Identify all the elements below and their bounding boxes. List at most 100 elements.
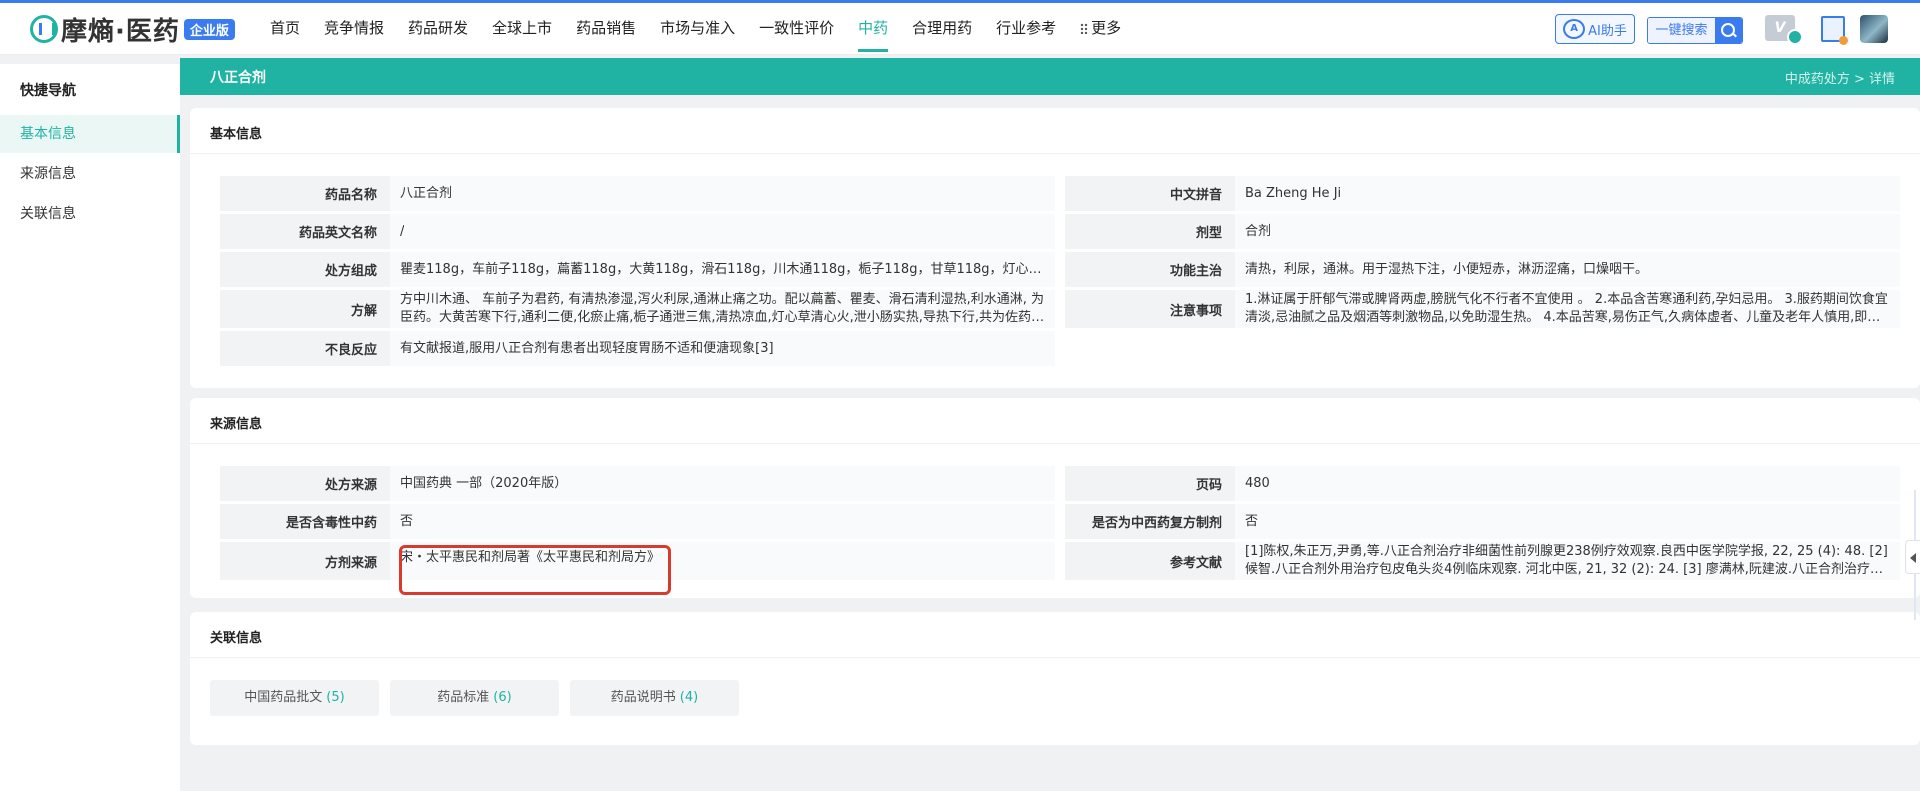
related-button-count: (6) xyxy=(493,690,512,705)
page-number-value: 480 xyxy=(1245,475,1270,491)
nav-item-home[interactable]: 首页 xyxy=(258,3,312,55)
sidebar-item-source-info[interactable]: 来源信息 xyxy=(0,155,180,193)
breadcrumb[interactable]: 中成药处方 > 详情 xyxy=(1785,68,1895,87)
related-button-label: 药品标准 xyxy=(437,690,490,705)
composition-value: 瞿麦118g，车前子118g，萹蓄118g，大黄118g，滑石118g，川木通1… xyxy=(400,261,1045,277)
field-label: 药品名称 xyxy=(220,176,390,211)
field-value: 否 xyxy=(1235,504,1900,539)
collapse-panel-toggle[interactable] xyxy=(1905,540,1920,574)
quick-search-button[interactable]: 一键搜索 xyxy=(1647,17,1743,44)
field-value: 480 xyxy=(1235,466,1900,501)
grid-dots-icon xyxy=(1080,23,1089,34)
nav-item-rnd[interactable]: 药品研发 xyxy=(396,3,480,55)
related-button-count: (4) xyxy=(679,690,699,705)
field-label: 不良反应 xyxy=(220,331,390,366)
info-row: 药品名称 八正合剂 中文拼音 Ba Zheng He Ji xyxy=(220,176,1900,211)
page-title: 八正合剂 xyxy=(210,70,266,86)
field-label: 参考文献 xyxy=(1065,542,1235,580)
highlight-annotation-box xyxy=(399,545,671,595)
info-cell: 不良反应 有文献报道,服用八正合剂有患者出现轻度胃肠不适和便溏现象[3] xyxy=(220,331,1055,366)
info-cell: 功能主治 清热，利尿，通淋。用于湿热下注，小便短赤，淋沥涩痛，口燥咽干。 xyxy=(1065,252,1900,287)
vip-icon[interactable]: V xyxy=(1765,13,1803,45)
logo-text: 摩熵·医药 xyxy=(61,16,180,47)
field-label: 中文拼音 xyxy=(1065,176,1235,211)
page-title-bar: 八正合剂 中成药处方 > 详情 xyxy=(180,58,1920,95)
field-label: 方剂来源 xyxy=(220,542,390,580)
ai-icon: A xyxy=(1563,19,1586,39)
nav-item-rational-use[interactable]: 合理用药 xyxy=(900,3,984,55)
prescription-source-value: 中国药典 一部（2020年版） xyxy=(400,475,568,491)
field-value: 有文献报道,服用八正合剂有患者出现轻度胃肠不适和便溏现象[3] xyxy=(390,331,1055,366)
info-cell: 剂型 合剂 xyxy=(1065,214,1900,249)
related-standards-button[interactable]: 药品标准 (6) xyxy=(390,680,559,716)
related-button-count: (5) xyxy=(326,690,345,705)
field-value: / xyxy=(390,214,1055,249)
compound-preparation-value: 否 xyxy=(1245,513,1259,529)
nav-item-global[interactable]: 全球上市 xyxy=(480,3,564,55)
field-label: 是否含毒性中药 xyxy=(220,504,390,539)
info-cell: 药品英文名称 / xyxy=(220,214,1055,249)
adverse-reactions-value: 有文献报道,服用八正合剂有患者出现轻度胃肠不适和便溏现象[3] xyxy=(400,340,774,356)
nav-item-market[interactable]: 市场与准入 xyxy=(648,3,747,55)
info-cell: 中文拼音 Ba Zheng He Ji xyxy=(1065,176,1900,211)
quick-nav-sidebar: 快捷导航 基本信息 来源信息 关联信息 xyxy=(0,64,180,791)
brand-logo[interactable]: 摩熵·医药 企业版 xyxy=(30,12,235,47)
field-value: 否 xyxy=(390,504,1055,539)
divider xyxy=(190,153,1920,154)
field-label: 注意事项 xyxy=(1065,290,1235,328)
field-value: 八正合剂 xyxy=(390,176,1055,211)
field-value: 清热，利尿，通淋。用于湿热下注，小便短赤，淋沥涩痛，口燥咽干。 xyxy=(1235,252,1900,287)
nav-item-competition[interactable]: 竞争情报 xyxy=(312,3,396,55)
info-row: 药品英文名称 / 剂型 合剂 xyxy=(220,214,1900,249)
logo-icon xyxy=(30,15,58,43)
field-label: 药品英文名称 xyxy=(220,214,390,249)
toxic-herb-value: 否 xyxy=(400,513,414,529)
field-value: 1.淋证属于肝郁气滞或脾肾两虚,膀胱气化不行者不宜使用 。 2.本品含苦寒通利药… xyxy=(1235,290,1900,328)
field-label: 方解 xyxy=(220,290,390,328)
nav-item-consistency[interactable]: 一致性评价 xyxy=(747,3,846,55)
related-info-title: 关联信息 xyxy=(210,631,263,646)
nav-more-label: 更多 xyxy=(1091,19,1122,37)
nav-item-sales[interactable]: 药品销售 xyxy=(564,3,648,55)
main-nav: 首页 竞争情报 药品研发 全球上市 药品销售 市场与准入 一致性评价 中药 合理… xyxy=(258,3,1133,55)
info-cell: 处方组成 瞿麦118g，车前子118g，萹蓄118g，大黄118g，滑石118g… xyxy=(220,252,1055,287)
info-cell: 是否为中西药复方制剂 否 xyxy=(1065,504,1900,539)
sidebar-item-related-info[interactable]: 关联信息 xyxy=(0,195,180,233)
info-cell: 参考文献 [1]陈权,朱正万,尹勇,等.八正合剂治疗非细菌性前列腺更238例疗效… xyxy=(1065,542,1900,580)
related-instructions-button[interactable]: 药品说明书 (4) xyxy=(570,680,739,716)
info-cell: 是否含毒性中药 否 xyxy=(220,504,1055,539)
field-label: 是否为中西药复方制剂 xyxy=(1065,504,1235,539)
formula-analysis-value: 方中川木通、 车前子为君药, 有清热渗湿,泻火利尿,通淋止痛之功。配以萹蓄、瞿麦… xyxy=(400,292,1045,325)
nav-item-tcm[interactable]: 中药 xyxy=(846,3,900,55)
pinyin-value: Ba Zheng He Ji xyxy=(1245,185,1342,201)
top-header: 摩熵·医药 企业版 首页 竞争情报 药品研发 全球上市 药品销售 市场与准入 一… xyxy=(0,3,1920,55)
info-row: 是否含毒性中药 否 是否为中西药复方制剂 否 xyxy=(220,504,1900,539)
dosage-form-value: 合剂 xyxy=(1245,223,1272,239)
field-value: 合剂 xyxy=(1235,214,1900,249)
handbook-icon[interactable] xyxy=(1821,16,1848,45)
field-label: 处方来源 xyxy=(220,466,390,501)
english-name-value: / xyxy=(400,223,405,239)
related-button-label: 中国药品批文 xyxy=(244,690,323,705)
info-cell: 药品名称 八正合剂 xyxy=(220,176,1055,211)
basic-info-title: 基本信息 xyxy=(210,127,263,142)
nav-item-industry[interactable]: 行业参考 xyxy=(984,3,1068,55)
info-row: 方解 方中川木通、 车前子为君药, 有清热渗湿,泻火利尿,通淋止痛之功。配以萹蓄… xyxy=(220,290,1900,328)
precautions-value: 1.淋证属于肝郁气滞或脾肾两虚,膀胱气化不行者不宜使用 。 2.本品含苦寒通利药… xyxy=(1245,292,1888,325)
divider xyxy=(190,443,1920,444)
divider xyxy=(190,657,1920,658)
related-approvals-button[interactable]: 中国药品批文 (5) xyxy=(210,680,379,716)
nav-item-more[interactable]: 更多 xyxy=(1068,3,1133,55)
search-icon xyxy=(1715,18,1742,43)
user-avatar[interactable] xyxy=(1860,15,1888,43)
field-label: 处方组成 xyxy=(220,252,390,287)
related-info-card: 关联信息 xyxy=(190,612,1920,745)
sidebar-item-basic-info[interactable]: 基本信息 xyxy=(0,115,180,153)
ai-assistant-label: AI助手 xyxy=(1588,23,1627,39)
ai-assistant-button[interactable]: A AI助手 xyxy=(1555,14,1635,44)
info-row: 处方组成 瞿麦118g，车前子118g，萹蓄118g，大黄118g，滑石118g… xyxy=(220,252,1900,287)
verified-check-icon xyxy=(1787,29,1803,45)
edition-badge: 企业版 xyxy=(183,18,235,40)
info-cell: 处方来源 中国药典 一部（2020年版） xyxy=(220,466,1055,501)
field-value: Ba Zheng He Ji xyxy=(1235,176,1900,211)
